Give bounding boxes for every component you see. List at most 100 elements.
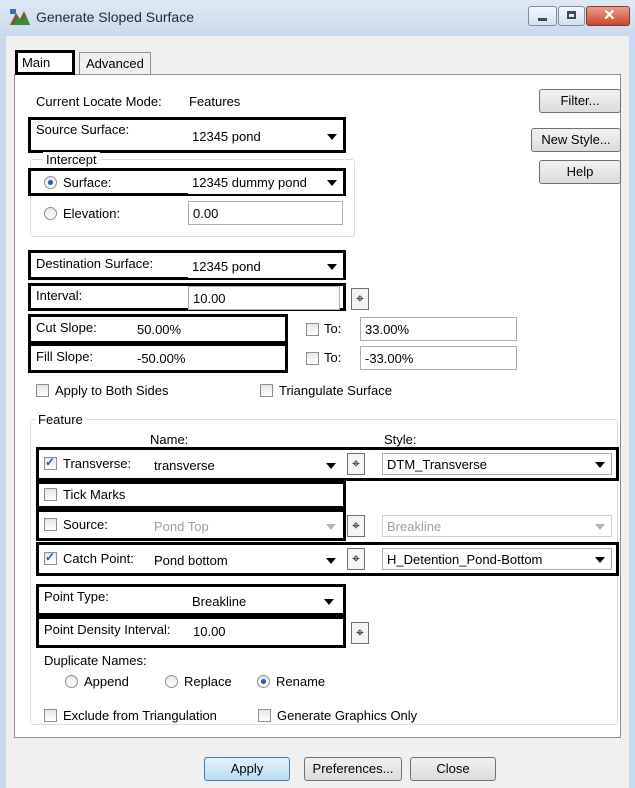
append-radio[interactable] (65, 675, 78, 688)
fill-slope-label: Fill Slope: (36, 349, 94, 364)
source-feature-name-select[interactable]: Pond Top (150, 516, 342, 538)
name-column-header: Name: (150, 432, 189, 447)
close-button[interactable]: Close (410, 757, 496, 781)
locate-mode-value: Features (189, 94, 241, 109)
source-surface-value: 12345 pond (192, 129, 261, 144)
fill-slope-input[interactable]: -50.00% (132, 346, 284, 370)
rename-radio[interactable] (257, 675, 270, 688)
new-style-button-label: New Style... (541, 132, 611, 147)
interval-locate-button[interactable]: ⌖ (351, 288, 369, 310)
cut-slope-input[interactable]: 50.00% (132, 317, 284, 341)
intercept-elevation-label: Elevation: (63, 206, 121, 221)
transverse-name-value: transverse (154, 458, 215, 473)
fill-slope-value: -50.00% (137, 351, 186, 366)
chevron-down-icon (595, 524, 605, 530)
intercept-surface-select[interactable]: 12345 dummy pond (188, 172, 343, 194)
catch-point-locate-button[interactable]: ⌖ (347, 548, 365, 570)
catch-point-name-select[interactable]: Pond bottom (150, 550, 342, 572)
exclude-triangulation-label: Exclude from Triangulation (63, 708, 217, 723)
fill-slope-to-checkbox[interactable] (306, 352, 319, 365)
crosshair-icon: ⌖ (352, 455, 360, 471)
intercept-surface-value: 12345 dummy pond (192, 175, 307, 190)
crosshair-icon: ⌖ (356, 290, 364, 306)
close-window-button[interactable]: ✕ (586, 6, 630, 26)
transverse-style-value: DTM_Transverse (387, 457, 487, 472)
close-button-label: Close (436, 761, 470, 776)
catch-point-style-select[interactable]: H_Detention_Pond-Bottom (382, 548, 612, 570)
replace-radio[interactable] (165, 675, 178, 688)
chevron-down-icon (595, 557, 605, 563)
transverse-style-select[interactable]: DTM_Transverse (382, 453, 612, 475)
new-style-button[interactable]: New Style... (531, 128, 621, 152)
maximize-button[interactable] (558, 6, 585, 26)
fill-slope-to-input[interactable]: -33.00% (360, 346, 517, 370)
point-density-input[interactable]: 10.00 (188, 619, 340, 643)
destination-surface-value: 12345 pond (192, 259, 261, 274)
source-surface-select[interactable]: 12345 pond (188, 126, 343, 148)
help-button[interactable]: Help (539, 160, 621, 184)
transverse-name-select[interactable]: transverse (150, 455, 342, 477)
catch-point-checkbox[interactable] (44, 550, 57, 565)
intercept-surface-radio[interactable] (44, 176, 57, 189)
catch-point-name-value: Pond bottom (154, 553, 228, 568)
source-feature-checkbox[interactable] (44, 518, 57, 531)
transverse-checkbox[interactable] (44, 455, 57, 470)
maximize-icon (567, 11, 576, 19)
transverse-label: Transverse: (63, 456, 132, 471)
intercept-elevation-input[interactable]: 0.00 (188, 201, 343, 225)
tab-advanced-label: Advanced (86, 56, 144, 71)
triangulate-surface-label: Triangulate Surface (279, 383, 392, 398)
cut-slope-label: Cut Slope: (36, 320, 97, 335)
point-density-locate-button[interactable]: ⌖ (351, 622, 369, 644)
title-bar[interactable]: Generate Sloped Surface ✕ (0, 0, 635, 37)
crosshair-icon: ⌖ (352, 517, 360, 533)
point-type-select[interactable]: Breakline (188, 591, 340, 613)
source-feature-style-select[interactable]: Breakline (382, 515, 612, 537)
interval-input[interactable]: 10.00 (188, 286, 340, 310)
help-button-label: Help (566, 164, 594, 179)
chevron-down-icon (595, 462, 605, 468)
chevron-down-icon (324, 599, 334, 605)
minimize-icon (538, 18, 547, 21)
close-icon: ✕ (603, 7, 616, 24)
tab-advanced[interactable]: Advanced (79, 52, 151, 74)
tab-main[interactable]: Main (15, 50, 75, 75)
filter-button-label: Filter... (560, 93, 600, 108)
point-type-value: Breakline (192, 594, 247, 609)
catch-point-label: Catch Point: (63, 551, 134, 566)
generate-graphics-only-checkbox[interactable] (258, 709, 271, 722)
fill-slope-to-value: -33.00% (365, 351, 414, 366)
style-column-header: Style: (384, 432, 417, 447)
destination-surface-select[interactable]: 12345 pond (188, 256, 343, 278)
apply-button[interactable]: Apply (204, 757, 290, 781)
intercept-elevation-radio[interactable] (44, 207, 57, 220)
tick-marks-checkbox[interactable] (44, 488, 57, 501)
tab-main-label: Main (22, 55, 51, 70)
minimize-button[interactable] (528, 6, 557, 26)
source-feature-name-value: Pond Top (154, 519, 209, 534)
crosshair-icon: ⌖ (356, 624, 364, 640)
intercept-surface-label: Surface: (63, 175, 112, 190)
intercept-elevation-value: 0.00 (193, 206, 219, 221)
fill-slope-to-label: To: (324, 350, 342, 365)
transverse-locate-button[interactable]: ⌖ (347, 453, 365, 475)
window-title: Generate Sloped Surface (36, 9, 194, 25)
source-feature-label: Source: (63, 517, 108, 532)
sloped-surface-icon (10, 9, 30, 25)
locate-mode-label: Current Locate Mode: (36, 94, 162, 109)
triangulate-surface-checkbox[interactable] (260, 384, 273, 397)
apply-both-sides-checkbox[interactable] (36, 384, 49, 397)
cut-slope-to-checkbox[interactable] (306, 323, 319, 336)
cut-slope-to-input[interactable]: 33.00% (360, 317, 517, 341)
source-feature-locate-button[interactable]: ⌖ (347, 515, 365, 537)
exclude-triangulation-checkbox[interactable] (44, 709, 57, 722)
chevron-down-icon (326, 524, 336, 530)
filter-button[interactable]: Filter... (539, 89, 621, 113)
chevron-down-icon (327, 134, 337, 140)
append-label: Append (84, 674, 129, 689)
interval-label: Interval: (36, 288, 83, 303)
feature-group-label: Feature (35, 412, 86, 427)
source-feature-style-value: Breakline (387, 519, 442, 534)
preferences-button[interactable]: Preferences... (304, 757, 402, 781)
point-type-label: Point Type: (44, 589, 109, 604)
